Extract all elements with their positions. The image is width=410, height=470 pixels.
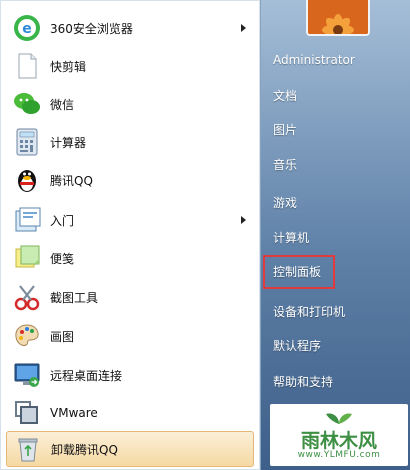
calculator-icon bbox=[16, 128, 38, 156]
place-devices-printers[interactable]: 设备和打印机 bbox=[269, 298, 345, 326]
program-sticky-notes[interactable]: 便笺 bbox=[6, 240, 254, 276]
program-wechat[interactable]: 微信 bbox=[6, 86, 254, 122]
programs-panel: e 360安全浏览器 快剪辑 微信 计算器 腾讯QQ 入门 便笺 截图工具 画图… bbox=[0, 0, 261, 470]
program-label: VMware bbox=[50, 406, 98, 420]
place-pictures[interactable]: 图片 bbox=[269, 116, 297, 144]
place-default-programs[interactable]: 默认程序 bbox=[269, 332, 321, 360]
remote-desktop-icon bbox=[14, 363, 40, 387]
place-documents[interactable]: 文档 bbox=[269, 82, 297, 110]
qq-penguin-icon bbox=[18, 170, 36, 192]
program-360-browser[interactable]: e 360安全浏览器 bbox=[6, 10, 254, 46]
program-label: 截图工具 bbox=[50, 290, 99, 305]
program-label: 卸载腾讯QQ bbox=[51, 442, 118, 457]
program-calculator[interactable]: 计算器 bbox=[6, 124, 254, 160]
watermark-url: www.YLMFU.com bbox=[297, 450, 381, 460]
svg-text:e: e bbox=[22, 21, 32, 37]
program-paint[interactable]: 画图 bbox=[6, 318, 254, 354]
places-panel: Administrator 文档 图片 音乐 游戏 计算机 控制面板 设备和打印… bbox=[261, 0, 410, 470]
program-label: 计算器 bbox=[50, 135, 87, 150]
user-avatar[interactable] bbox=[306, 0, 370, 36]
place-music[interactable]: 音乐 bbox=[269, 151, 297, 179]
program-label: 快剪辑 bbox=[50, 59, 87, 74]
watermark-text: 雨林木风 bbox=[300, 430, 377, 452]
program-label: 远程桌面连接 bbox=[50, 368, 123, 383]
site-watermark: 雨林木风 www.YLMFU.com bbox=[270, 404, 408, 466]
program-qq[interactable]: 腾讯QQ bbox=[6, 162, 254, 198]
program-label: 入门 bbox=[50, 213, 75, 228]
program-label: 腾讯QQ bbox=[50, 173, 93, 188]
place-games[interactable]: 游戏 bbox=[269, 189, 297, 217]
leaf-logo-icon bbox=[326, 413, 352, 424]
user-name-link[interactable]: Administrator bbox=[269, 46, 355, 74]
program-remote-desktop[interactable]: 远程桌面连接 bbox=[6, 357, 254, 393]
place-computer[interactable]: 计算机 bbox=[269, 224, 309, 252]
360-browser-icon: e bbox=[14, 15, 40, 41]
program-kuaijianji[interactable]: 快剪辑 bbox=[6, 48, 254, 84]
program-getting-started[interactable]: 入门 bbox=[6, 202, 254, 238]
submenu-arrow-icon[interactable] bbox=[241, 24, 246, 32]
program-label: 画图 bbox=[50, 329, 75, 344]
getting-started-icon bbox=[15, 207, 41, 232]
snipping-tool-icon bbox=[14, 285, 40, 311]
paint-palette-icon bbox=[15, 324, 39, 346]
program-uninstall-qq[interactable]: 卸载腾讯QQ bbox=[6, 431, 254, 467]
vmware-icon bbox=[15, 401, 38, 424]
program-vmware[interactable]: VMware bbox=[6, 395, 254, 431]
program-label: 便笺 bbox=[50, 251, 75, 266]
submenu-arrow-icon[interactable] bbox=[241, 216, 246, 224]
flower-picture-icon bbox=[308, 0, 368, 34]
wechat-icon bbox=[14, 93, 40, 114]
program-snipping-tool[interactable]: 截图工具 bbox=[6, 279, 254, 315]
place-help-support[interactable]: 帮助和支持 bbox=[269, 368, 333, 396]
recycle-bin-icon bbox=[18, 438, 38, 462]
document-icon bbox=[18, 53, 37, 79]
control-panel-highlight-box bbox=[263, 255, 335, 289]
program-label: 360安全浏览器 bbox=[50, 21, 133, 36]
program-label: 微信 bbox=[50, 97, 75, 112]
sticky-notes-icon bbox=[15, 245, 40, 268]
